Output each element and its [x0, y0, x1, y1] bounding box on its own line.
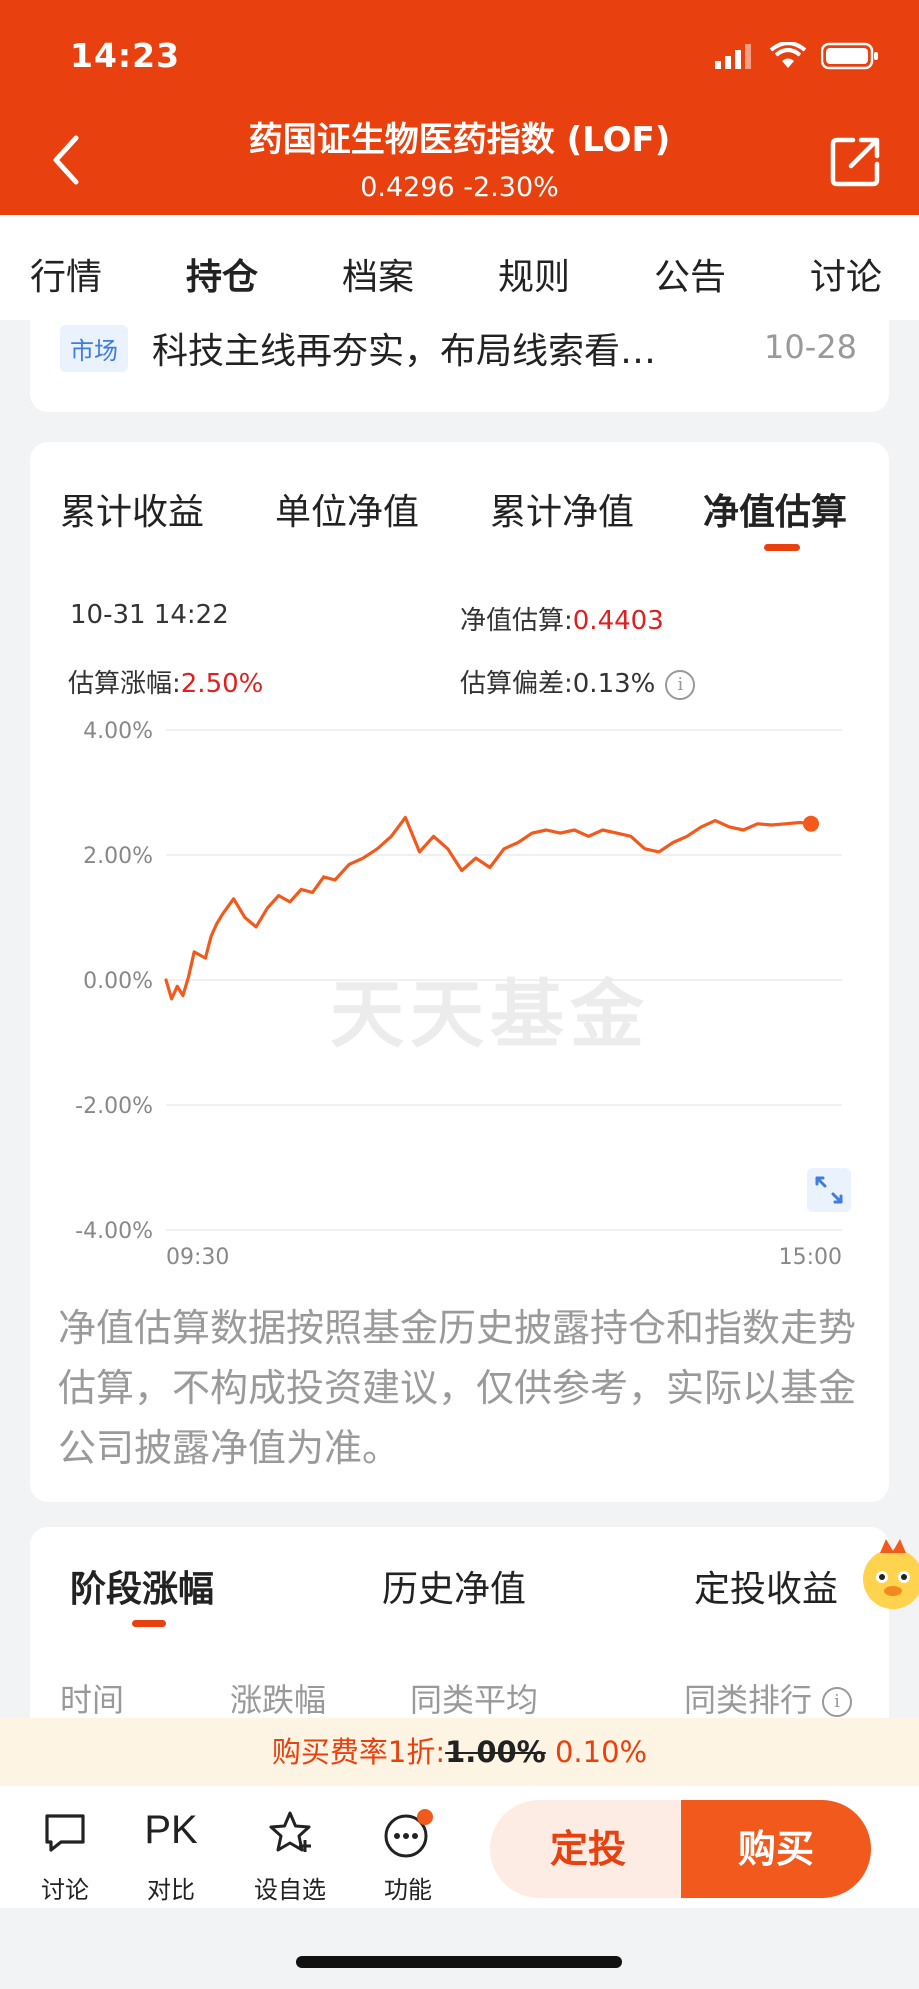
buy-button[interactable]: 购买	[681, 1800, 871, 1898]
estimate-change: 估算涨幅:2.50%	[68, 663, 263, 700]
news-title[interactable]: 科技主线再夯实，布局线索看…	[152, 322, 656, 374]
latest-point	[803, 815, 820, 832]
nav-estimate-chart[interactable]: 4.00% 2.00% 0.00% -2.00% -4.00% 09:30 15:00	[0, 700, 919, 1280]
nav-estimate-label: 净值估算:	[460, 606, 573, 636]
active-chart-tab-indicator	[764, 544, 800, 551]
status-time: 14:23	[70, 36, 181, 75]
active-period-tab-indicator	[132, 1620, 166, 1627]
fee-original: 1.00%	[445, 1735, 546, 1769]
x-tick-label: 09:30	[166, 1245, 229, 1270]
column-header-peer-rank: 同类排行 i	[684, 1675, 853, 1721]
period-tab-stage-return[interactable]: 阶段涨幅	[70, 1560, 214, 1612]
estimate-deviation-label: 估算偏差:	[460, 669, 573, 699]
chart-tab-unit-nav[interactable]: 单位净值	[275, 483, 419, 535]
add-watchlist-label[interactable]: 设自选	[245, 1870, 335, 1905]
period-tab-history-nav[interactable]: 历史净值	[382, 1560, 526, 1612]
wifi-icon	[769, 42, 807, 68]
tab-rules[interactable]: 规则	[498, 248, 570, 300]
estimate-change-value: 2.50%	[180, 669, 264, 699]
pk-icon: PK	[144, 1808, 198, 1852]
estimate-change-label: 估算涨幅:	[68, 669, 181, 699]
discuss-label[interactable]: 讨论	[20, 1870, 110, 1905]
chart-tab-cumulative-return[interactable]: 累计收益	[60, 483, 204, 535]
home-indicator	[296, 1956, 622, 1968]
tab-announcements[interactable]: 公告	[654, 248, 726, 300]
series-line	[164, 815, 813, 1001]
column-header-time: 时间	[60, 1681, 125, 1719]
fund-price-change: 0.4296 -2.30%	[360, 172, 559, 203]
news-date: 10-28	[764, 328, 857, 366]
compare-button[interactable]: PK	[126, 1808, 216, 1853]
fee-label: 购买费率1折:	[271, 1735, 446, 1769]
battery-icon	[821, 42, 878, 70]
status-icons	[715, 42, 879, 70]
y-tick-label: 4.00%	[83, 719, 153, 744]
info-icon[interactable]: i	[665, 669, 696, 700]
more-dots-icon	[384, 1809, 433, 1858]
period-tab-sip-return[interactable]: 定投收益	[694, 1560, 838, 1612]
column-header-change: 涨跌幅	[230, 1681, 327, 1719]
chat-icon	[45, 1814, 85, 1852]
mascot-icon[interactable]	[858, 1535, 919, 1613]
add-watchlist-button[interactable]	[245, 1808, 335, 1862]
expand-icon[interactable]	[807, 1168, 851, 1212]
rank-info-icon[interactable]: i	[822, 1687, 853, 1717]
y-tick-label: -2.00%	[75, 1094, 153, 1119]
nav-estimate: 净值估算:0.4403	[460, 600, 664, 637]
chart-tab-cumulative-nav[interactable]: 累计净值	[490, 483, 634, 535]
y-tick-label: -4.00%	[75, 1219, 153, 1244]
star-plus-icon	[269, 1811, 311, 1852]
app-header: 14:23 药国证生物医药指数 (LOF) 0.4296 -2.30%	[0, 0, 919, 215]
more-functions-label[interactable]: 功能	[363, 1870, 453, 1905]
news-tag: 市场	[60, 325, 128, 372]
estimate-deviation: 估算偏差:0.13% i	[460, 663, 696, 700]
tab-discussion[interactable]: 讨论	[810, 248, 882, 300]
estimate-datetime: 10-31 14:22	[70, 600, 229, 630]
share-icon[interactable]	[829, 134, 883, 188]
estimate-deviation-value: 0.13%	[572, 669, 656, 699]
more-functions-button[interactable]	[363, 1808, 453, 1864]
column-header-peer-rank-label: 同类排行	[684, 1681, 813, 1719]
x-tick-label: 15:00	[779, 1245, 842, 1270]
sip-button[interactable]: 定投	[490, 1800, 686, 1898]
discuss-button[interactable]	[20, 1808, 110, 1860]
tab-profile[interactable]: 档案	[342, 248, 414, 300]
tab-quotes[interactable]: 行情	[30, 248, 102, 300]
compare-label[interactable]: 对比	[126, 1870, 216, 1905]
disclaimer-text: 净值估算数据按照基金历史披露持仓和指数走势估算，不构成投资建议，仅供参考，实际以…	[58, 1306, 857, 1470]
fee-banner: 购买费率1折:1.00% 0.10%	[0, 1718, 919, 1786]
cellular-signal-icon	[715, 44, 751, 69]
tab-holdings[interactable]: 持仓	[186, 248, 258, 300]
nav-estimate-value: 0.4403	[572, 606, 664, 636]
y-tick-label: 0.00%	[83, 969, 153, 994]
fund-title: 药国证生物医药指数 (LOF)	[248, 120, 671, 160]
y-tick-label: 2.00%	[83, 844, 153, 869]
fee-discounted: 0.10%	[554, 1735, 648, 1769]
chart-tab-nav-estimate[interactable]: 净值估算	[703, 483, 847, 535]
column-header-peer-avg: 同类平均	[410, 1681, 539, 1719]
